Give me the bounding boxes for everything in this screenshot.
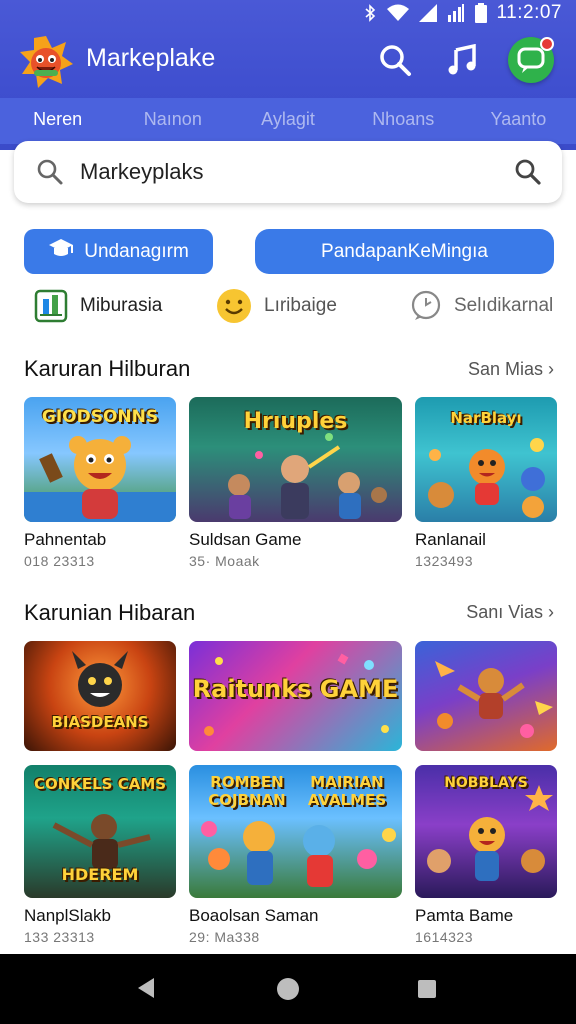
tab-2[interactable]: Aylagit	[230, 98, 345, 144]
chat-bubble-icon	[517, 47, 545, 73]
critters-group-icon	[428, 438, 545, 518]
chip-label: Lıribaige	[264, 295, 337, 316]
secondary-category-label: PandapanKeMingıa	[321, 240, 488, 262]
game-card-3[interactable]: NarBlayı	[415, 397, 557, 522]
mascot-logo-icon	[20, 36, 73, 88]
tab-1[interactable]: Naınon	[115, 98, 230, 144]
game-meta: 35· Moaak	[189, 553, 260, 569]
bluetooth-icon	[364, 4, 375, 22]
search-button[interactable]	[375, 40, 415, 80]
battery-icon	[474, 3, 487, 23]
game-name: Pahnentab	[24, 530, 107, 549]
search-icon	[380, 45, 411, 76]
section-1-title: Karuran Hilburan	[24, 356, 191, 381]
search-field[interactable]: Markeyplaks	[14, 141, 562, 203]
card-art-title: BIASDEANS	[51, 713, 149, 731]
chip-selıdikarnal[interactable]: Selıdikarnal	[410, 286, 553, 326]
music-note-icon	[448, 44, 476, 75]
app-logo[interactable]	[18, 34, 74, 90]
game-card-5[interactable]: Raitunks GAME	[189, 641, 402, 751]
hero-jump-icon	[435, 661, 553, 738]
game-name: Boaolsan Saman	[189, 906, 319, 925]
home-button[interactable]	[276, 977, 300, 1006]
chip-label: Selıdikarnal	[454, 295, 554, 316]
signal-bars-icon	[447, 4, 464, 22]
tab-3[interactable]: Nhoans	[346, 98, 461, 144]
primary-category-label: Undanagırm	[84, 240, 189, 262]
app-title: Markeplake	[86, 44, 216, 72]
chip-label: Miburasia	[80, 295, 163, 316]
game-card-1[interactable]: GIODSONNS	[24, 397, 176, 522]
primary-category-button[interactable]: Undanagırm	[24, 229, 213, 274]
game-meta: 1323493	[415, 553, 474, 569]
system-nav-bar	[0, 954, 576, 1024]
game-name: Suldsan Game	[189, 530, 302, 549]
tab-4[interactable]: Yaanto	[461, 98, 576, 144]
game-card-6[interactable]	[415, 641, 557, 751]
game-name: Pamta Bame	[415, 906, 514, 925]
game-card-8[interactable]: ROMBEN COJBNAN MAIRIAN AVALMES	[189, 765, 402, 898]
signal-icon	[418, 4, 437, 22]
game-name: Ranlanail	[415, 530, 486, 549]
back-button[interactable]	[136, 976, 156, 1005]
search-icon	[36, 158, 64, 191]
beast-mascot-icon	[72, 651, 128, 707]
game-meta: 018 23313	[24, 553, 95, 569]
clock-bubble-icon	[410, 290, 442, 322]
top-header: 11:2:07 Markeplake Neren Naınon Aylagit …	[0, 0, 576, 150]
secondary-category-button[interactable]: PandapanKeMingıa	[255, 229, 554, 274]
game-card-9[interactable]: NOBBLAYS	[415, 765, 557, 898]
game-meta: 1614323	[415, 929, 474, 945]
game-card-4[interactable]: BIASDEANS	[24, 641, 176, 751]
game-meta: 29: Ma338	[189, 929, 260, 945]
heroes-group-icon	[228, 433, 387, 519]
tab-0[interactable]: Neren	[0, 98, 115, 144]
cheering-critters-icon	[427, 785, 553, 881]
card-art-subtitle: HDEREM	[61, 865, 139, 884]
back-triangle-icon	[138, 978, 154, 998]
smiley-icon	[216, 288, 252, 324]
notification-badge	[540, 37, 554, 51]
category-tabs: Neren Naınon Aylagit Nhoans Yaanto	[0, 98, 576, 144]
section-1-see-more[interactable]: San Mias ›	[468, 359, 554, 380]
game-name: NanplSlakb	[24, 906, 111, 925]
chip-lıribaige[interactable]: Lıribaige	[216, 286, 337, 326]
bear-mascot-icon	[24, 436, 176, 522]
recents-square-icon	[418, 980, 436, 998]
music-button[interactable]	[442, 40, 482, 80]
status-time: 11:2:07	[496, 2, 562, 23]
status-bar: 11:2:07	[0, 0, 576, 26]
game-meta: 133 23313	[24, 929, 95, 945]
app-bar: Markeplake	[0, 30, 576, 94]
chip-miburasia[interactable]: Miburasia	[34, 286, 162, 326]
graduation-cap-icon	[48, 237, 74, 267]
game-card-7[interactable]: CONKELS CAMS HDEREM	[24, 765, 176, 898]
search-submit-icon[interactable]	[514, 158, 542, 191]
section-2-see-more[interactable]: Sanı Vias ›	[466, 602, 554, 623]
search-input[interactable]: Markeyplaks	[80, 159, 203, 185]
game-card-2[interactable]: Hrıuples	[189, 397, 402, 522]
section-2-title: Karunian Hibaran	[24, 600, 196, 625]
chat-button[interactable]	[508, 37, 554, 83]
card-art-title: Raitunks GAME	[192, 675, 399, 703]
recents-button[interactable]	[417, 979, 437, 1004]
home-circle-icon	[277, 978, 299, 1000]
party-characters-icon	[201, 821, 396, 887]
wifi-icon	[386, 4, 409, 21]
building-icon	[34, 289, 68, 323]
